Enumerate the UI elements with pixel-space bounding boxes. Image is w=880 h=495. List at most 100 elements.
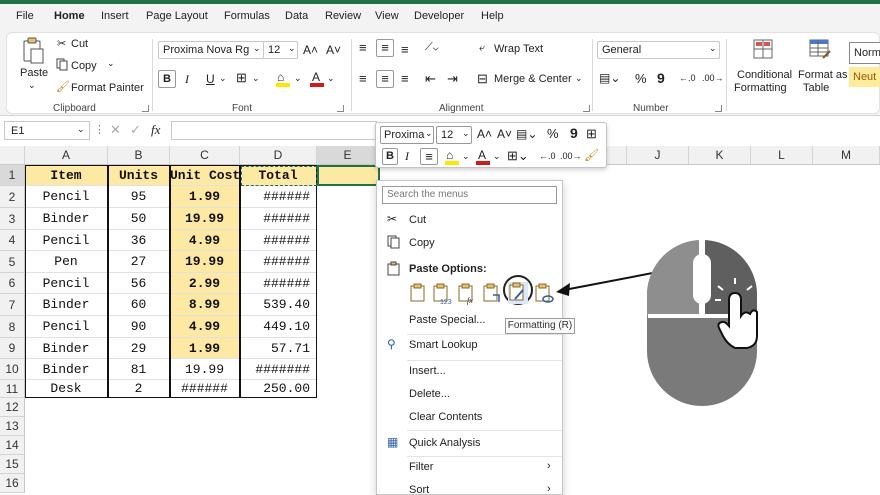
column-header-k[interactable]: K [689,146,751,165]
table-cell[interactable]: 4.99 [170,230,240,251]
menu-item-clear-contents[interactable]: Clear Contents [377,406,562,428]
underline-button[interactable]: U [206,72,215,86]
font-name-box[interactable]: Proxima Nova Rg ⌄ [158,41,264,59]
table-cell[interactable]: 60 [108,294,170,316]
mini-format-painter-icon[interactable]: 🖌 [584,148,599,162]
table-cell[interactable]: ####### [240,359,317,380]
table-cell[interactable]: ###### [240,230,317,251]
enter-icon[interactable]: ✓ [130,122,141,138]
table-cell[interactable]: Pen [25,251,108,273]
table-cell[interactable]: Binder [25,338,108,359]
table-cell[interactable]: 19.99 [170,359,240,380]
borders-icon[interactable]: ⊞ [236,70,247,86]
mini-center-icon[interactable]: ≡ [420,148,438,165]
font-launcher-icon[interactable] [337,105,344,112]
table-cell[interactable]: Pencil [25,273,108,294]
mini-bold-button[interactable]: B [382,148,398,165]
row-header[interactable]: 15 [0,455,25,474]
table-cell[interactable]: 29 [108,338,170,359]
shrink-font-button[interactable]: A˅ [326,43,341,57]
align-middle-icon[interactable]: ≡ [376,39,394,57]
tab-page-layout[interactable]: Page Layout [146,10,208,22]
conditional-formatting-label-1[interactable]: Conditional [737,69,792,81]
table-cell[interactable]: Pencil [25,186,108,208]
table-cell[interactable]: 90 [108,316,170,338]
table-cell[interactable]: 19.99 [170,208,240,230]
table-cell[interactable]: 8.99 [170,294,240,316]
table-cell[interactable]: 4.99 [170,316,240,338]
column-header-c[interactable]: C [170,146,240,165]
column-header-j[interactable]: J [627,146,689,165]
decrease-indent-icon[interactable]: ⇤ [425,71,436,87]
mini-borders-icon[interactable]: ⊞⌄ [507,148,529,164]
copy-dropdown-icon[interactable]: ⌄ [107,58,115,69]
column-header-d[interactable]: D [240,146,317,165]
table-cell[interactable]: 539.40 [240,294,317,316]
mini-comma-button[interactable]: 9 [570,125,578,141]
chevron-down-icon[interactable]: ⌄ [252,73,260,84]
increase-indent-icon[interactable]: ⇥ [447,71,458,87]
table-cell[interactable]: Binder [25,359,108,380]
format-as-table-label-1[interactable]: Format as [798,69,848,81]
cancel-icon[interactable]: ✕ [110,122,121,138]
chevron-down-icon[interactable]: ⌄ [462,151,470,162]
mini-grow-font-icon[interactable]: A˄ [477,127,492,141]
table-cell[interactable]: Desk [25,380,108,398]
table-cell[interactable]: 95 [108,186,170,208]
font-size-box[interactable]: 12 ⌄ [263,41,298,59]
mini-increase-decimal-icon[interactable]: ←.0 [539,151,556,161]
wrap-text-button[interactable]: Wrap Text [494,43,543,55]
alignment-launcher-icon[interactable] [583,105,590,112]
row-header[interactable]: 14 [0,436,25,455]
name-box[interactable]: E1 ⌄ [4,121,90,140]
menu-item-cut[interactable]: ✂ Cut [377,209,562,231]
chevron-down-icon[interactable]: ⌄ [575,73,583,84]
format-painter-button[interactable]: Format Painter [71,82,144,94]
tab-home[interactable]: Home [54,10,85,22]
row-header[interactable]: 2 [0,186,25,208]
table-cell[interactable]: 449.10 [240,316,317,338]
fill-color-icon[interactable]: ⌂ [275,70,291,87]
column-header-e[interactable]: E [317,146,379,165]
menu-item-filter[interactable]: Filter › [377,456,562,478]
column-header-b[interactable]: B [108,146,170,165]
decrease-decimal-icon[interactable]: .00→ [702,73,724,83]
menu-item-sort[interactable]: Sort › [377,479,562,495]
align-bottom-icon[interactable]: ≡ [401,42,409,57]
wrap-text-icon[interactable]: ⤶ [479,42,485,55]
table-cell[interactable]: 56 [108,273,170,294]
copy-icon[interactable] [56,58,68,74]
table-cell[interactable]: 2 [108,380,170,398]
menu-search-input[interactable]: Search the menus [382,186,557,204]
style-normal[interactable]: Norm [849,42,880,64]
tab-help[interactable]: Help [481,10,504,22]
table-cell[interactable]: ###### [170,380,240,398]
row-header[interactable]: 9 [0,338,25,359]
align-center-icon[interactable]: ≡ [376,70,394,88]
row-header[interactable]: 7 [0,294,25,316]
table-cell[interactable]: 1.99 [170,186,240,208]
conditional-formatting-label-2[interactable]: Formatting [734,82,787,94]
header-cell[interactable]: Units [108,165,170,186]
cut-icon[interactable]: ✂ [57,37,66,50]
column-header-m[interactable]: M [813,146,880,165]
paste-formulas-icon[interactable]: fx [457,283,477,305]
paste-transpose-icon[interactable] [482,283,502,305]
row-header[interactable]: 8 [0,316,25,338]
table-cell[interactable]: Binder [25,294,108,316]
mini-decrease-decimal-icon[interactable]: .00→ [560,151,582,161]
row-header[interactable]: 1 [0,165,25,186]
header-cell[interactable]: Unit Cost [170,165,240,186]
mini-fill-color-icon[interactable]: ⌂ [444,148,460,165]
merge-center-button[interactable]: Merge & Center [494,73,572,85]
format-as-table-icon[interactable] [809,39,831,59]
row-header[interactable]: 13 [0,417,25,436]
cut-button[interactable]: Cut [71,38,88,50]
paste-dropdown-icon[interactable]: ⌄ [28,80,36,91]
paste-icon[interactable] [21,37,45,65]
table-cell[interactable]: 19.99 [170,251,240,273]
selected-cell-e1[interactable] [317,165,380,186]
tab-formulas[interactable]: Formulas [224,10,270,22]
row-header[interactable]: 6 [0,273,25,294]
style-neutral[interactable]: Neut [849,67,880,87]
